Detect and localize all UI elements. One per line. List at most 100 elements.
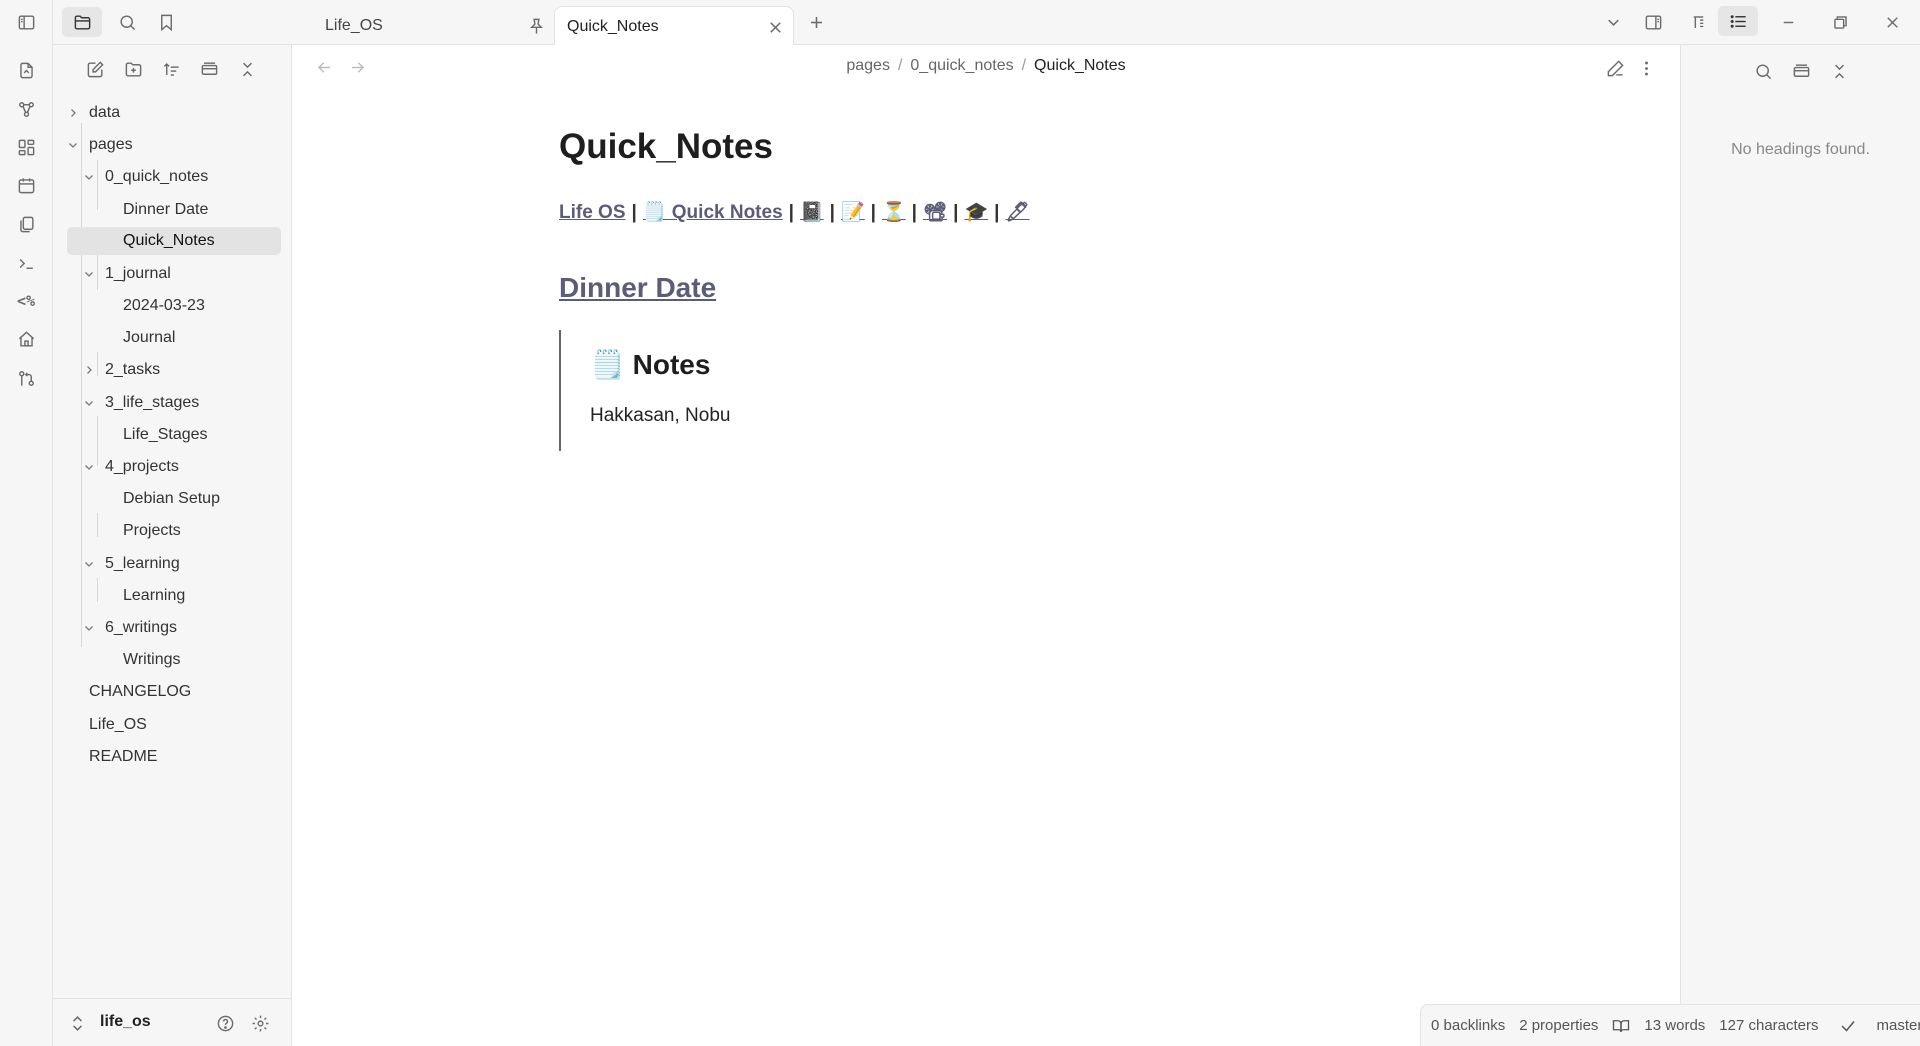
- tree-item-label: Life_Stages: [123, 426, 208, 443]
- outline-collapse-icon[interactable]: [1827, 59, 1851, 83]
- breadcrumb: pages / 0_quick_notes / Quick_Notes: [292, 57, 1680, 75]
- new-tab-plus-icon[interactable]: [804, 10, 828, 34]
- properties-count[interactable]: 2 properties: [1519, 1017, 1598, 1034]
- home-icon[interactable]: [13, 326, 39, 352]
- chevron-updown-icon[interactable]: [67, 1012, 87, 1034]
- tree-guide: [97, 513, 98, 537]
- tree-item-label: data: [89, 104, 121, 121]
- tree-file-2024-03-23[interactable]: 2024-03-23: [111, 292, 281, 320]
- settings-gear-icon[interactable]: [248, 1011, 272, 1035]
- tree-item-label: Writings: [123, 651, 181, 668]
- tab-life-os[interactable]: Life_OS: [292, 6, 552, 46]
- nav-link-tasks[interactable]: 📝: [841, 202, 865, 223]
- tree-file-life-stages[interactable]: Life_Stages: [111, 421, 281, 449]
- toggle-right-sidebar-icon[interactable]: [1640, 9, 1666, 35]
- tree-file-life-os[interactable]: Life_OS: [61, 711, 283, 739]
- nav-link-projects[interactable]: 📽: [923, 202, 947, 223]
- tree-file-journal[interactable]: Journal: [111, 324, 281, 352]
- nav-link-life-stages[interactable]: ⏳: [882, 202, 906, 223]
- note-content: Quick_Notes Life OS | 🗒️ Quick Notes | 📓 | 📝 | ⏳…: [559, 127, 1419, 451]
- outline-auto-expand-icon[interactable]: [1789, 59, 1813, 83]
- chevron-down-icon: [82, 170, 96, 184]
- tab-quick-notes[interactable]: Quick_Notes: [554, 6, 794, 46]
- tab-label: Quick_Notes: [567, 17, 659, 35]
- callout-text: Hakkasan, Nobu: [590, 405, 731, 426]
- outline-panel-icon[interactable]: [1718, 6, 1758, 36]
- help-icon[interactable]: [213, 1011, 237, 1035]
- tree-item-label: Dinner Date: [123, 201, 209, 218]
- sort-icon[interactable]: [157, 55, 185, 83]
- sync-check-icon[interactable]: [1839, 1017, 1857, 1035]
- note-title[interactable]: Quick_Notes: [559, 127, 1419, 167]
- new-note-icon[interactable]: [81, 55, 109, 83]
- git-branch-name[interactable]: master: [1877, 1017, 1920, 1034]
- nav-link-writings[interactable]: 🖊: [1005, 202, 1029, 223]
- auto-reveal-icon[interactable]: [195, 55, 223, 83]
- more-options-icon[interactable]: [1635, 57, 1657, 79]
- tree-file-learning[interactable]: Learning: [111, 582, 281, 610]
- files-icon[interactable]: [62, 7, 102, 37]
- tab-list-chevron-down-icon[interactable]: [1601, 10, 1625, 34]
- tree-folder-3-life-stages[interactable]: 3_life_stages: [77, 389, 283, 417]
- tree-folder-6-writings[interactable]: 6_writings: [77, 614, 283, 642]
- tab-label: Life_OS: [325, 17, 383, 34]
- tree-file-writings[interactable]: Writings: [111, 646, 281, 674]
- nav-link-life-os[interactable]: Life OS: [559, 202, 626, 223]
- bookmark-icon[interactable]: [151, 7, 181, 37]
- nav-link-learning[interactable]: 🎓: [964, 202, 988, 223]
- terminal-icon[interactable]: [13, 250, 39, 276]
- chevron-right-icon: [66, 106, 80, 120]
- tree-item-label: 0_quick_notes: [105, 168, 209, 185]
- backlinks-panel-icon[interactable]: [1685, 9, 1711, 35]
- tree-file-quick-notes[interactable]: Quick_Notes: [67, 227, 281, 255]
- templates-icon[interactable]: [13, 211, 39, 237]
- chevron-down-icon: [82, 460, 96, 474]
- graph-view-icon[interactable]: [13, 96, 39, 122]
- tree-file-projects[interactable]: Projects: [111, 517, 281, 545]
- nav-link-quick-notes[interactable]: 🗒️ Quick Notes: [643, 202, 783, 223]
- vault-name[interactable]: life_os: [100, 1013, 151, 1031]
- close-window-icon[interactable]: [1880, 10, 1904, 34]
- git-icon[interactable]: [13, 365, 39, 391]
- outline-search-icon[interactable]: [1751, 59, 1775, 83]
- breadcrumb-item[interactable]: 0_quick_notes: [910, 57, 1013, 74]
- toggle-left-sidebar-icon[interactable]: [13, 9, 39, 35]
- backlinks-count[interactable]: 0 backlinks: [1431, 1017, 1505, 1034]
- pipe-separator: |: [829, 202, 835, 223]
- tree-item-label: pages: [89, 136, 133, 153]
- search-icon[interactable]: [112, 7, 142, 37]
- pipe-separator: |: [870, 202, 876, 223]
- templater-icon[interactable]: <%: [13, 288, 39, 314]
- breadcrumb-item[interactable]: pages: [846, 57, 890, 74]
- tree-folder-4-projects[interactable]: 4_projects: [77, 453, 283, 481]
- dinner-date-heading-link[interactable]: Dinner Date: [559, 272, 716, 304]
- tree-guide: [97, 578, 98, 602]
- tree-file-debian-setup[interactable]: Debian Setup: [111, 485, 281, 513]
- edit-mode-pencil-icon[interactable]: [1604, 57, 1626, 79]
- pipe-separator: |: [994, 202, 1000, 223]
- pipe-separator: |: [953, 202, 959, 223]
- tree-folder-1-journal[interactable]: 1_journal: [77, 260, 283, 288]
- nav-link-journal[interactable]: 📓: [800, 202, 824, 223]
- tree-file-changelog[interactable]: CHANGELOG: [61, 678, 283, 706]
- tree-folder-data[interactable]: data: [61, 99, 283, 127]
- left-sidebar-header: [53, 0, 292, 45]
- collapse-all-icon[interactable]: [233, 55, 261, 83]
- tree-folder-5-learning[interactable]: 5_learning: [77, 550, 283, 578]
- pin-icon[interactable]: [526, 16, 546, 36]
- tree-file-readme[interactable]: README: [61, 743, 283, 771]
- tree-folder-pages[interactable]: pages: [61, 131, 283, 159]
- reading-mode-book-icon[interactable]: [1612, 1017, 1630, 1035]
- tree-item-label: Projects: [123, 522, 181, 539]
- restore-window-icon[interactable]: [1828, 10, 1852, 34]
- canvas-icon[interactable]: [13, 134, 39, 160]
- minimize-icon[interactable]: [1776, 10, 1800, 34]
- new-folder-icon[interactable]: [119, 55, 147, 83]
- tree-file-dinner-date[interactable]: Dinner Date: [111, 196, 281, 224]
- tree-folder-0-quick-notes[interactable]: 0_quick_notes: [77, 163, 283, 191]
- breadcrumb-current[interactable]: Quick_Notes: [1034, 57, 1126, 74]
- close-tab-icon[interactable]: [765, 17, 785, 37]
- open-quick-switcher-icon[interactable]: [13, 57, 39, 83]
- tree-folder-2-tasks[interactable]: 2_tasks: [77, 356, 283, 384]
- calendar-icon[interactable]: [13, 172, 39, 198]
